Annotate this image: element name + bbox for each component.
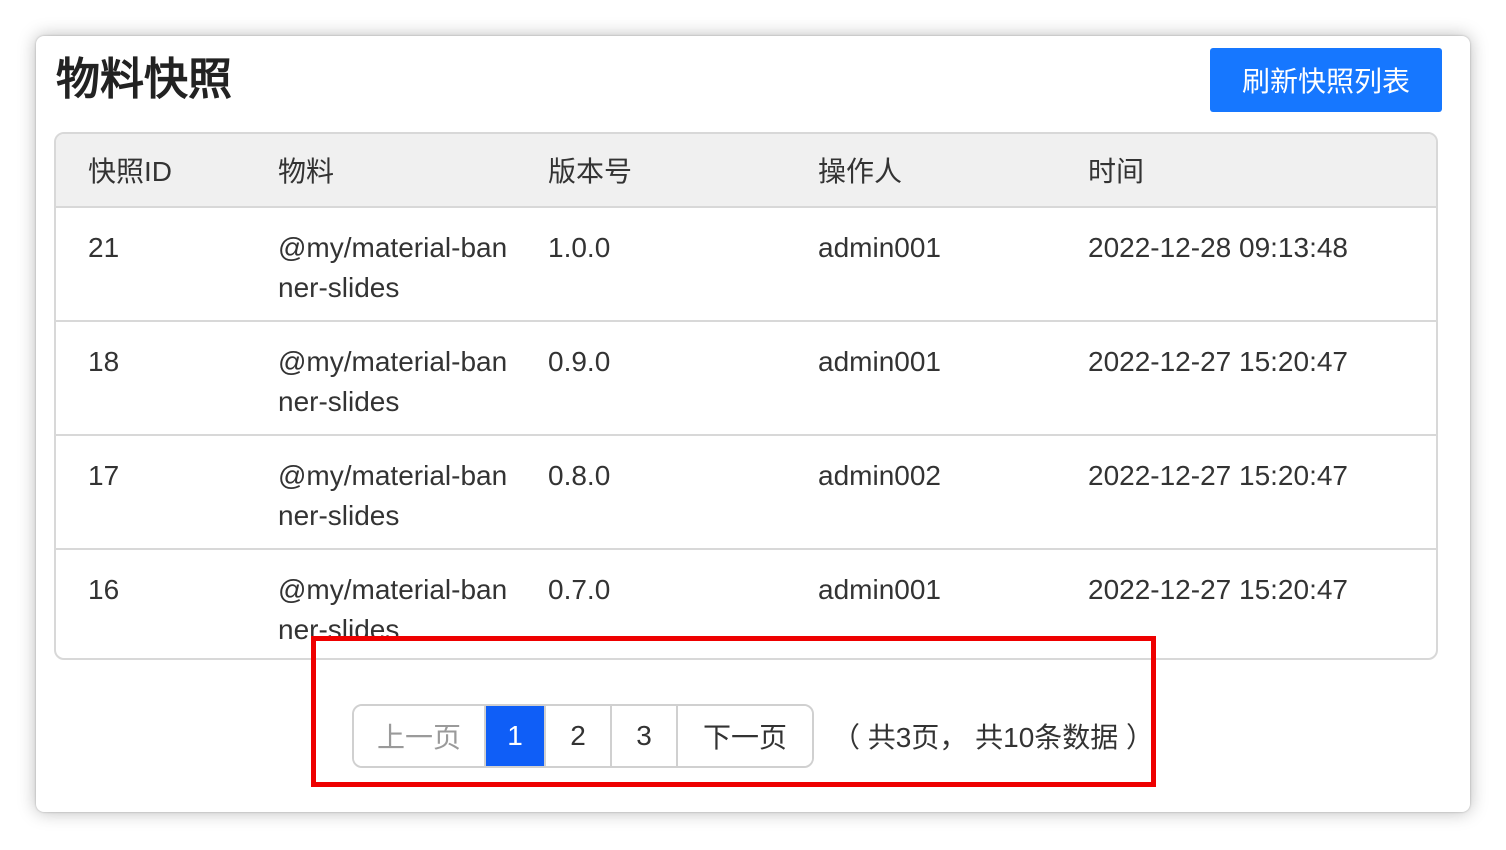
next-page-button[interactable]: 下一页 [678,706,812,766]
header-version: 版本号 [516,134,786,208]
cell-operator: admin002 [818,460,941,491]
table-row: 16 @my/material-banner-slides 0.7.0 admi… [56,549,1436,658]
pagination-buttons: 上一页 1 2 3 下一页 [352,704,814,768]
cell-material: @my/material-banner-slides [278,574,508,645]
table-row: 21 @my/material-banner-slides 1.0.0 admi… [56,207,1436,321]
cell-version: 1.0.0 [548,232,611,263]
refresh-snapshot-list-button[interactable]: 刷新快照列表 [1210,48,1442,112]
pagination-summary: （ 共3页， 共10条数据 ） [832,722,1155,753]
header-material: 物料 [246,134,516,208]
page-title: 物料快照 [56,55,232,104]
table-row: 18 @my/material-banner-slides 0.9.0 admi… [56,321,1436,435]
cell-operator: admin001 [818,346,941,377]
cell-snapshot-id: 17 [88,460,120,491]
cell-snapshot-id: 16 [88,574,120,605]
cell-snapshot-id: 21 [88,232,120,263]
cell-time: 2022-12-27 15:20:47 [1088,346,1348,377]
page-button-3[interactable]: 3 [612,706,678,766]
header-operator: 操作人 [786,134,1056,208]
cell-time: 2022-12-27 15:20:47 [1088,574,1348,605]
page-button-1[interactable]: 1 [486,706,546,766]
snapshot-panel: 物料快照 刷新快照列表 快照ID 物料 版本号 操作人 时间 21 @my/ma… [36,36,1470,812]
table-row: 17 @my/material-banner-slides 0.8.0 admi… [56,435,1436,549]
cell-operator: admin001 [818,232,941,263]
cell-version: 0.8.0 [548,460,611,491]
cell-time: 2022-12-27 15:20:47 [1088,460,1348,491]
page-button-2[interactable]: 2 [546,706,612,766]
pagination: 上一页 1 2 3 下一页 （ 共3页， 共10条数据 ） [352,704,1154,768]
cell-snapshot-id: 18 [88,346,120,377]
cell-version: 0.7.0 [548,574,611,605]
table-header-row: 快照ID 物料 版本号 操作人 时间 [56,134,1436,208]
cell-material: @my/material-banner-slides [278,232,508,303]
cell-material: @my/material-banner-slides [278,460,508,531]
cell-time: 2022-12-28 09:13:48 [1088,232,1348,263]
header-time: 时间 [1056,134,1436,208]
header-snapshot-id: 快照ID [56,134,246,208]
prev-page-button[interactable]: 上一页 [354,706,486,766]
cell-operator: admin001 [818,574,941,605]
snapshot-table: 快照ID 物料 版本号 操作人 时间 21 @my/material-banne… [54,132,1438,660]
cell-version: 0.9.0 [548,346,611,377]
cell-material: @my/material-banner-slides [278,346,508,417]
